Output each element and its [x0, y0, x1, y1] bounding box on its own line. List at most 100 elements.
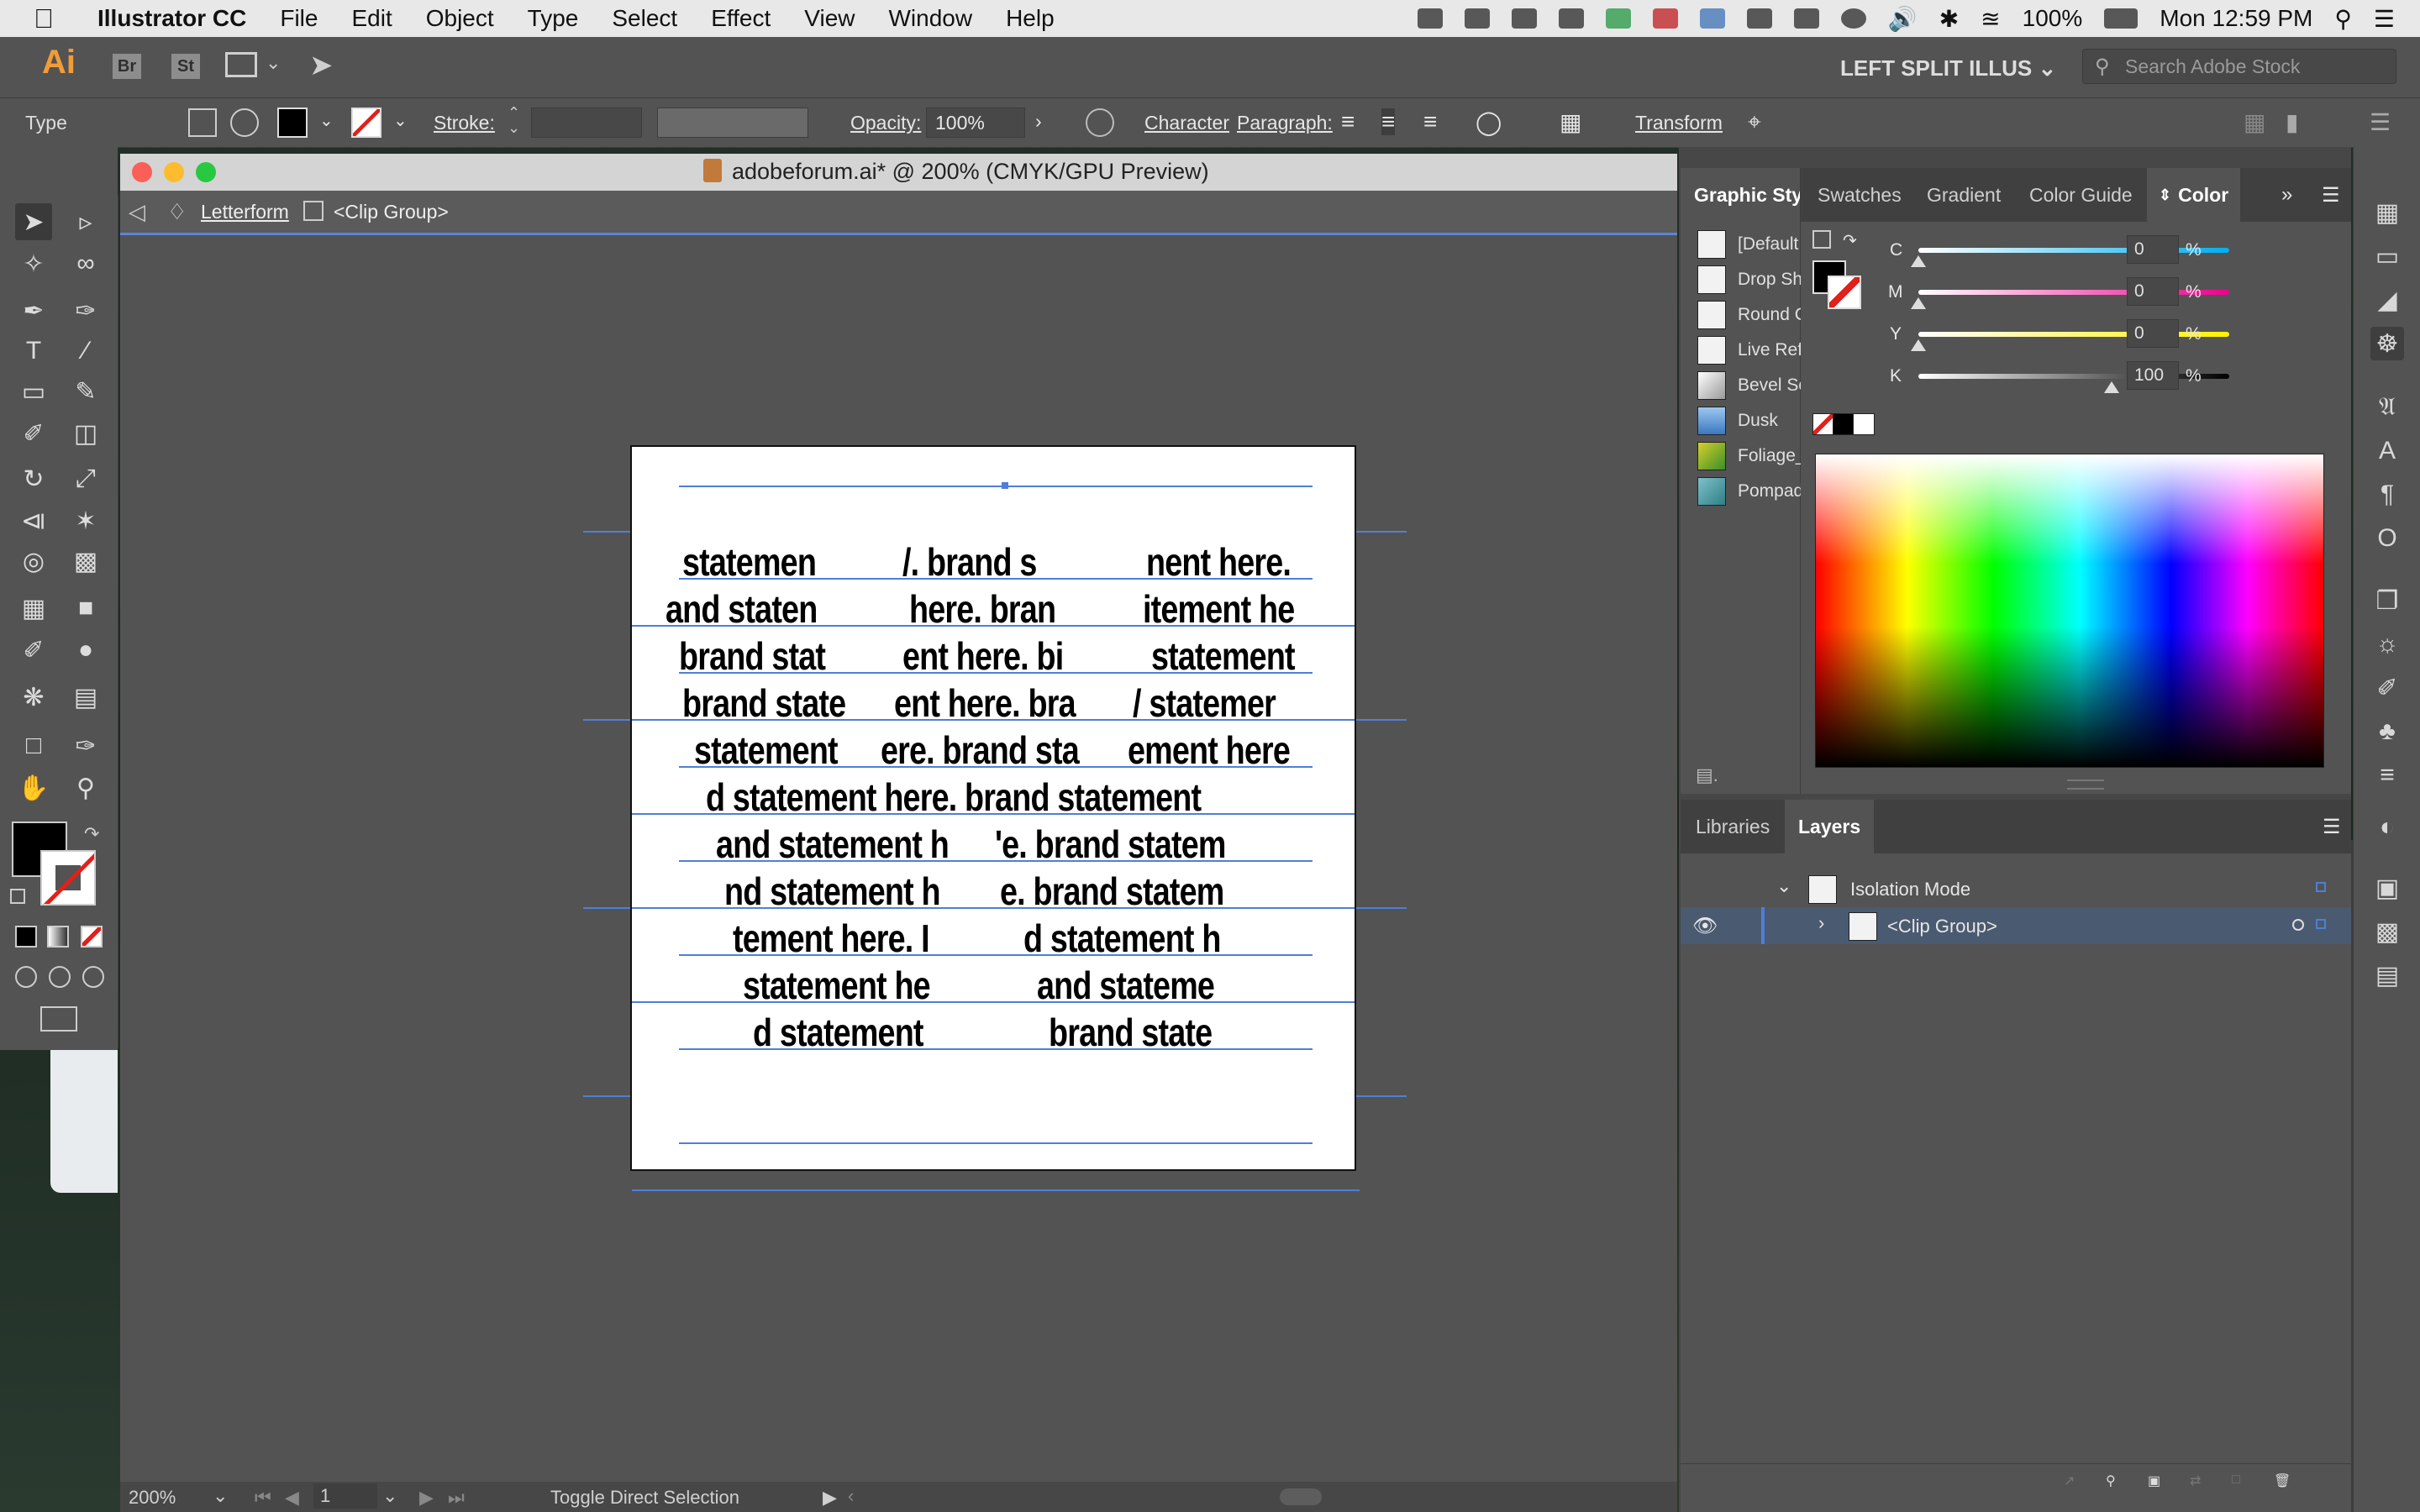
scroll-left-icon[interactable]: ‹ [848, 1485, 854, 1507]
workspace-switcher[interactable]: LEFT SPLIT ILLUS ⌄ [1840, 55, 2056, 81]
yellow-slider-thumb[interactable] [1911, 339, 1926, 351]
make-clipping-mask-icon[interactable]: ▣ [2148, 1473, 2160, 1489]
black-color-chip[interactable] [1833, 413, 1854, 435]
next-artboard-icon[interactable]: ▶ [419, 1487, 434, 1509]
symbols-icon[interactable]: ♣ [2370, 715, 2404, 748]
menu-effect[interactable]: Effect [694, 5, 787, 32]
tab-layers[interactable]: Layers [1785, 800, 1875, 853]
expand-chevron-right-icon[interactable]: › [1818, 912, 1824, 934]
tab-libraries[interactable]: Libraries [1696, 800, 1770, 853]
zoom-dropdown-icon[interactable]: ⌄ [213, 1485, 228, 1507]
stroke-swatch[interactable] [351, 108, 381, 138]
spotlight-icon[interactable]: ⚲ [2334, 5, 2352, 33]
menu-help[interactable]: Help [989, 5, 1071, 32]
slice-tool-icon[interactable]: ✑ [67, 727, 104, 764]
color-stroke-proxy[interactable] [1828, 276, 1861, 309]
none-color-chip[interactable] [1812, 413, 1834, 435]
new-layer-icon[interactable]: □ [2232, 1473, 2240, 1488]
distribute-icon[interactable]: ▦ [2244, 108, 2265, 136]
first-artboard-icon[interactable]: ⏮ [255, 1487, 271, 1509]
artboard[interactable]: statemen /. brand s nent here. and state… [630, 445, 1356, 1171]
status-menu-arrow-icon[interactable]: ▶ [823, 1487, 837, 1509]
graphic-style-item[interactable]: Live Refl [1697, 334, 1807, 366]
symbol-sprayer-tool-icon[interactable]: ❋ [15, 679, 52, 716]
stock-button[interactable]: St [171, 54, 200, 79]
eyedropper-tool-icon[interactable]: ✐ [15, 632, 52, 669]
breadcrumb-layer[interactable]: Letterform [201, 201, 289, 223]
direct-selection-tool-icon[interactable]: ▹ [67, 203, 104, 240]
zoom-window-button[interactable] [196, 162, 216, 182]
color-spectrum-ramp[interactable] [1815, 454, 2324, 768]
puppet-warp-tool-icon[interactable]: ✶ [67, 502, 104, 539]
minimize-window-button[interactable] [164, 162, 184, 182]
white-color-chip[interactable] [1853, 413, 1875, 435]
pathfinder-icon[interactable]: ❐ [2370, 584, 2404, 617]
column-graph-tool-icon[interactable]: ▤ [67, 679, 104, 716]
scale-tool-icon[interactable]: ⤢ [67, 460, 104, 497]
chevron-down-icon[interactable]: ⌄ [266, 52, 281, 74]
truck-icon[interactable] [1511, 8, 1537, 29]
blob-brush-tool-icon[interactable]: ✐ [15, 415, 52, 452]
magenta-value-input[interactable]: 0 [2127, 277, 2179, 306]
stroke-stepper[interactable]: ⌃ ⌄ [508, 105, 520, 135]
cyan-value-input[interactable]: 0 [2127, 235, 2179, 264]
isolate-icon[interactable] [188, 108, 217, 137]
bluetooth-icon[interactable]: ✱ [1939, 5, 1959, 33]
menu-file[interactable]: File [263, 5, 334, 32]
appearance-icon[interactable]: ☼ [2370, 627, 2404, 661]
zoom-level[interactable]: 200% [129, 1487, 176, 1509]
black-slider-track[interactable] [1918, 374, 2229, 379]
cyan-slider-track[interactable] [1918, 248, 2229, 253]
opacity-arrow-icon[interactable]: › [1035, 110, 1042, 133]
swap-colors-icon[interactable]: ↷ [1843, 230, 1857, 251]
layer-select-indicator[interactable] [2316, 882, 2326, 892]
notification-center-icon[interactable]: ☰ [2374, 5, 2395, 33]
graphic-style-item[interactable]: Dusk [1697, 405, 1778, 437]
pen-tool-icon[interactable]: ✒ [15, 292, 52, 329]
gradient-panel-icon[interactable]: ◢ [2370, 283, 2404, 317]
envelope-warp-icon[interactable]: ◯ [1476, 108, 1502, 136]
lasso-tool-icon[interactable]: ∞ [67, 245, 104, 282]
mesh-tool-icon[interactable]: ▦ [15, 590, 52, 627]
arrange-icon[interactable]: ▮ [2286, 108, 2298, 136]
gradient-tool-icon[interactable]: ■ [67, 590, 104, 627]
fill-dropdown-icon[interactable]: ⌄ [319, 110, 334, 131]
transform-panel-icon[interactable]: ▣ [2370, 871, 2404, 905]
creative-cloud-icon[interactable] [1652, 8, 1678, 29]
bridge-button[interactable]: Br [113, 54, 141, 79]
yellow-value-input[interactable]: 0 [2127, 319, 2179, 348]
artboard-dropdown-icon[interactable]: ⌄ [382, 1485, 397, 1507]
prev-artboard-icon[interactable]: ◀ [285, 1487, 299, 1509]
stroke-color-box[interactable] [40, 850, 96, 906]
artboards-panel-icon[interactable]: ▦ [2370, 196, 2404, 229]
curvature-tool-icon[interactable]: ✑ [67, 292, 104, 329]
time-machine-icon[interactable] [1840, 8, 1866, 29]
zoom-tool-icon[interactable]: ⚲ [67, 769, 104, 806]
menu-edit[interactable]: Edit [334, 5, 408, 32]
align-objects-icon[interactable]: ▦ [1560, 108, 1581, 136]
panel-collapse-icon[interactable]: » [2281, 183, 2292, 207]
blend-tool-icon[interactable]: ● [67, 632, 104, 669]
menu-object[interactable]: Object [409, 5, 511, 32]
hand-tool-icon[interactable]: ✋ [15, 769, 52, 806]
apple-menu-icon[interactable]:  [0, 3, 81, 34]
menu-window[interactable]: Window [871, 5, 989, 32]
stroke-weight-dropdown[interactable] [531, 108, 642, 138]
selection-tool-icon[interactable]: ➤ [15, 203, 52, 240]
none-mode-button[interactable] [81, 926, 103, 948]
paragraph-link[interactable]: Paragraph: [1237, 112, 1333, 134]
gradient-mode-button[interactable] [47, 926, 69, 948]
back-arrow-icon[interactable]: ◁ [129, 199, 145, 225]
align-right-icon[interactable]: ≡ [1423, 108, 1437, 135]
layers-menu-icon[interactable]: ☰ [2323, 815, 2341, 839]
graphic-style-item[interactable]: Foliage_ [1697, 440, 1806, 472]
draw-normal-icon[interactable] [15, 966, 37, 988]
links-panel-icon[interactable]: ◐ [2370, 811, 2404, 844]
screen-mode-icon[interactable] [40, 1006, 77, 1032]
target-circle-icon[interactable] [2292, 919, 2304, 931]
status-text[interactable]: Toggle Direct Selection [550, 1487, 739, 1509]
default-colors-icon[interactable] [1812, 230, 1831, 249]
shape-builder-tool-icon[interactable]: ◎ [15, 543, 52, 580]
draw-behind-icon[interactable] [49, 966, 71, 988]
opentype-panel-icon[interactable]: O [2370, 522, 2404, 555]
